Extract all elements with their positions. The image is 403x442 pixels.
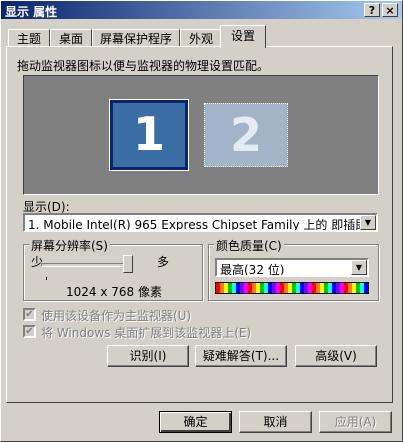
resolution-more-label: 多: [157, 255, 170, 269]
resolution-less-label: 少: [31, 255, 44, 269]
dropdown-arrow-icon[interactable]: ▼: [351, 260, 367, 275]
color-quality-title: 颜色质量(C): [214, 237, 284, 254]
tab-settings[interactable]: 设置: [220, 25, 266, 48]
monitor-arrangement-area: 1 2: [23, 75, 379, 195]
ok-button[interactable]: 确定: [159, 411, 232, 433]
resolution-title: 屏幕分辨率(S): [29, 237, 110, 254]
identify-button[interactable]: 识别(I): [107, 345, 189, 367]
advanced-button[interactable]: 高级(V): [295, 345, 377, 367]
color-quality-value: 最高(32 位): [220, 263, 285, 277]
extend-desktop-label: 将 Windows 桌面扩展到该监视器上(E): [41, 326, 252, 340]
display-dropdown[interactable]: 1. Mobile Intel(R) 965 Express Chipset F…: [23, 213, 378, 232]
monitor-1-icon[interactable]: 1: [109, 99, 189, 171]
slider-tick: [46, 277, 47, 280]
apply-button[interactable]: 应用(A): [319, 411, 392, 433]
color-spectrum-bar: [215, 282, 369, 294]
close-button[interactable]: ×: [382, 3, 398, 17]
resolution-value: 1024 x 768 像素: [66, 285, 162, 299]
color-quality-dropdown[interactable]: 最高(32 位) ▼: [215, 258, 369, 277]
window-title: 显示 属性: [5, 5, 58, 19]
monitor-2-icon[interactable]: 2: [204, 103, 288, 167]
cancel-button[interactable]: 取消: [239, 411, 312, 433]
title-bar[interactable]: 显示 属性 ? ×: [1, 1, 402, 19]
troubleshoot-button[interactable]: 疑难解答(T)...: [195, 345, 287, 367]
primary-monitor-label: 使用该设备作为主监视器(U): [41, 309, 192, 323]
resolution-slider-track[interactable]: [41, 263, 133, 267]
display-properties-window: 显示 属性 ? × 主题 桌面 屏幕保护程序 外观 设置 拖动监视器图标以便与监…: [0, 0, 403, 442]
dropdown-arrow-icon[interactable]: ▼: [360, 215, 376, 230]
extend-desktop-checkbox[interactable]: ✔: [23, 325, 36, 338]
resolution-slider-thumb[interactable]: [123, 255, 133, 273]
instruction-text: 拖动监视器图标以便与监视器的物理设置匹配。: [17, 59, 270, 73]
help-button[interactable]: ?: [364, 3, 380, 17]
display-dropdown-value: 1. Mobile Intel(R) 965 Express Chipset F…: [28, 218, 378, 232]
tab-strip: 主题 桌面 屏幕保护程序 外观 设置: [6, 25, 402, 48]
primary-monitor-checkbox[interactable]: ✔: [23, 308, 36, 321]
